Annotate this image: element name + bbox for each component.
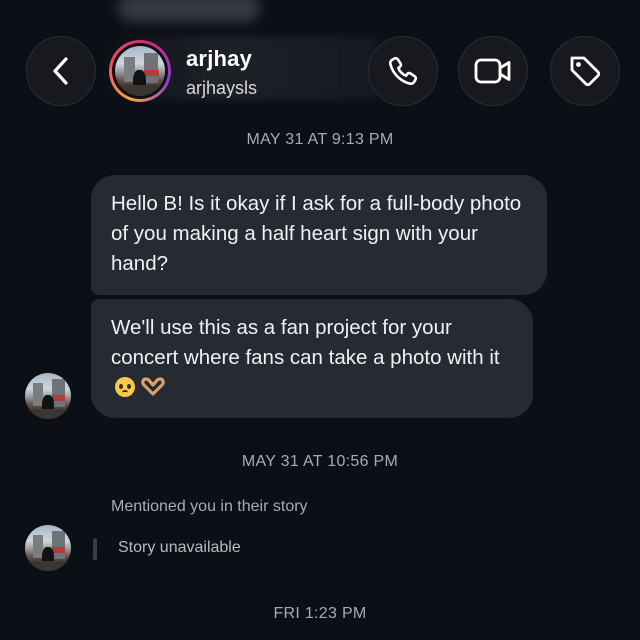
avatar-photo: [25, 373, 71, 419]
contact-avatar[interactable]: [109, 40, 171, 102]
avatar-photo: [115, 46, 165, 96]
chat-screen: arjhay arjhaysls MAY 31 AT 9:13 PM Hello…: [0, 0, 640, 640]
story-reply-bar: [93, 538, 97, 560]
audio-call-button[interactable]: [368, 36, 438, 106]
avatar-photo: [25, 525, 71, 571]
message-text: We'll use this as a fan project for your…: [111, 316, 500, 369]
message-timestamp: MAY 31 AT 10:56 PM: [241, 453, 399, 470]
video-camera-icon: [474, 58, 511, 84]
received-message-bubble[interactable]: Hello B! Is it okay if I ask for a full-…: [91, 175, 547, 295]
pleading-face-emoji: [115, 377, 135, 397]
tag-button[interactable]: [550, 36, 620, 106]
received-message-bubble[interactable]: We'll use this as a fan project for your…: [91, 299, 533, 418]
message-text: Hello B! Is it okay if I ask for a full-…: [111, 192, 522, 275]
message-timestamp: MAY 31 AT 9:13 PM: [246, 131, 394, 148]
contact-name[interactable]: arjhay: [186, 46, 252, 72]
back-button[interactable]: [26, 36, 96, 106]
video-call-button[interactable]: [458, 36, 528, 106]
heart-hands-emoji: [141, 377, 165, 396]
blurred-status-area: [118, 0, 260, 22]
story-unavailable-label[interactable]: Story unavailable: [118, 539, 241, 557]
contact-username[interactable]: arjhaysls: [186, 78, 257, 99]
chevron-left-icon: [53, 57, 68, 85]
message-timestamp: FRI 1:23 PM: [273, 605, 367, 622]
tag-icon: [570, 56, 601, 87]
story-mention-note: Mentioned you in their story: [111, 498, 308, 515]
phone-icon: [389, 56, 418, 85]
sender-avatar[interactable]: [25, 373, 71, 419]
sender-avatar[interactable]: [25, 525, 71, 571]
